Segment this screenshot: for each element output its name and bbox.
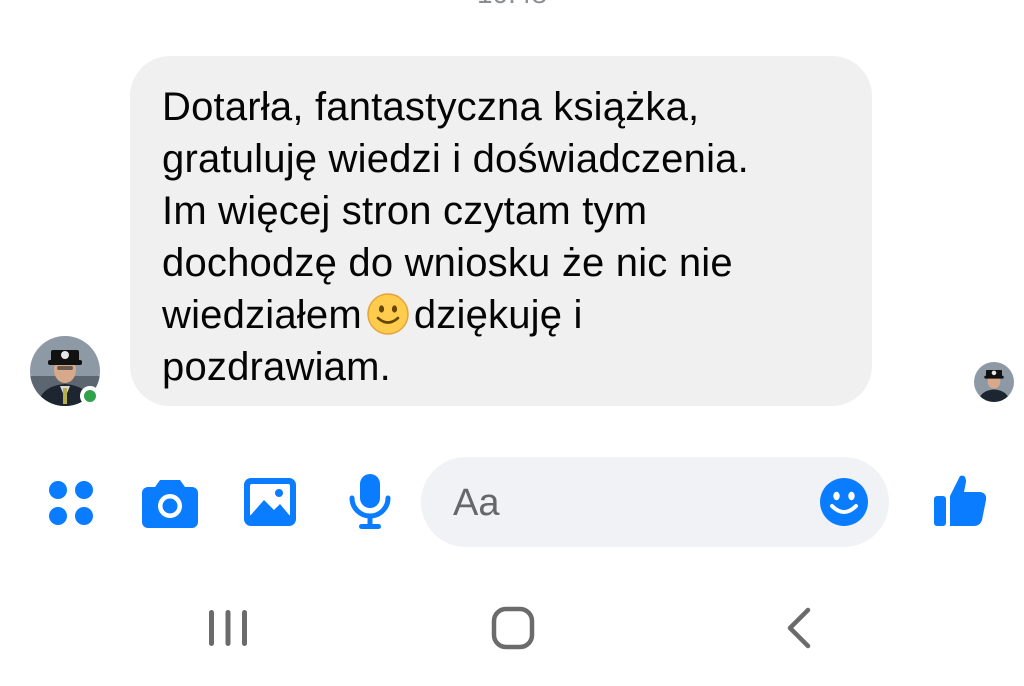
message-text-segment: dziękuję i — [413, 293, 583, 337]
back-icon[interactable] — [780, 606, 820, 650]
camera-icon[interactable] — [142, 476, 198, 528]
message-timestamp: 10:48 — [0, 0, 1024, 10]
apps-grid-icon[interactable] — [46, 478, 96, 528]
microphone-icon[interactable] — [348, 474, 392, 530]
message-text-segment: wiedziałem — [162, 293, 362, 337]
message-line: dochodzę do wniosku że nic nie — [162, 241, 733, 285]
online-status-dot — [80, 386, 100, 406]
thumbs-up-icon[interactable] — [932, 472, 988, 528]
recent-apps-icon[interactable] — [205, 606, 251, 650]
message-line: Im więcej stron czytam tym — [162, 189, 648, 233]
message-line-with-emoji: wiedziałem dziękuję i — [162, 289, 842, 341]
read-receipt-avatar — [974, 362, 1014, 402]
message-line: pozdrawiam. — [162, 345, 391, 389]
message-line: gratuluję wiedzi i doświadczenia. — [162, 137, 749, 181]
gallery-icon[interactable] — [244, 478, 296, 526]
message-line: Dotarła, fantastyczna książka, — [162, 85, 700, 129]
message-input[interactable] — [451, 479, 815, 527]
slightly-smiling-face-icon — [366, 292, 410, 336]
message-bubble[interactable]: Dotarła, fantastyczna książka, gratuluję… — [130, 56, 872, 406]
emoji-icon[interactable] — [819, 477, 869, 527]
message-composer[interactable] — [421, 457, 889, 547]
home-icon[interactable] — [490, 606, 536, 650]
